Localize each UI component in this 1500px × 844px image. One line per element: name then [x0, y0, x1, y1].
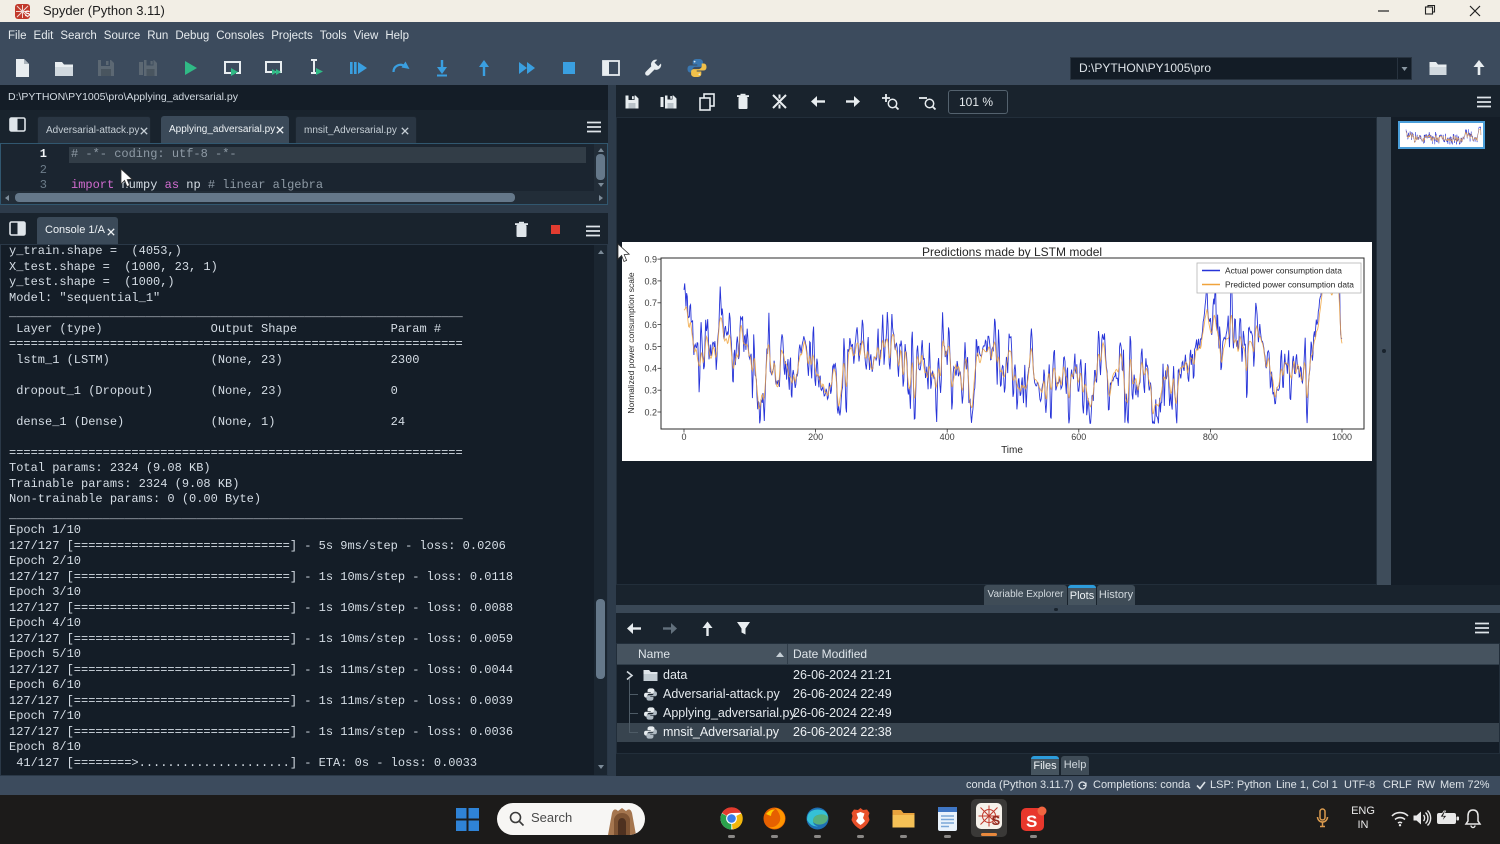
svg-text:0.5: 0.5: [644, 342, 657, 352]
svg-text:600: 600: [1071, 432, 1086, 442]
svg-text:0.6: 0.6: [644, 320, 657, 330]
svg-text:Predictions made by LSTM model: Predictions made by LSTM model: [922, 245, 1102, 259]
svg-text:Predicted power consumption da: Predicted power consumption data: [1225, 280, 1354, 290]
svg-text:0.9: 0.9: [644, 255, 657, 265]
svg-text:1000: 1000: [1332, 432, 1352, 442]
svg-text:0: 0: [681, 432, 686, 442]
svg-text:0.8: 0.8: [644, 276, 657, 286]
svg-text:0.7: 0.7: [644, 298, 657, 308]
svg-text:S: S: [25, 9, 30, 19]
svg-text:Time: Time: [1001, 445, 1023, 456]
svg-text:Actual power consumption data: Actual power consumption data: [1225, 266, 1342, 276]
svg-text:200: 200: [808, 432, 823, 442]
svg-text:S: S: [992, 813, 1001, 828]
svg-text:800: 800: [1203, 432, 1218, 442]
svg-text:0.3: 0.3: [644, 386, 657, 396]
svg-text:400: 400: [940, 432, 955, 442]
svg-text:Normalized power consumption s: Normalized power consumption scale: [626, 272, 636, 414]
svg-text:0.2: 0.2: [644, 407, 657, 417]
svg-text:S: S: [1026, 812, 1037, 831]
svg-text:0.4: 0.4: [644, 364, 657, 374]
